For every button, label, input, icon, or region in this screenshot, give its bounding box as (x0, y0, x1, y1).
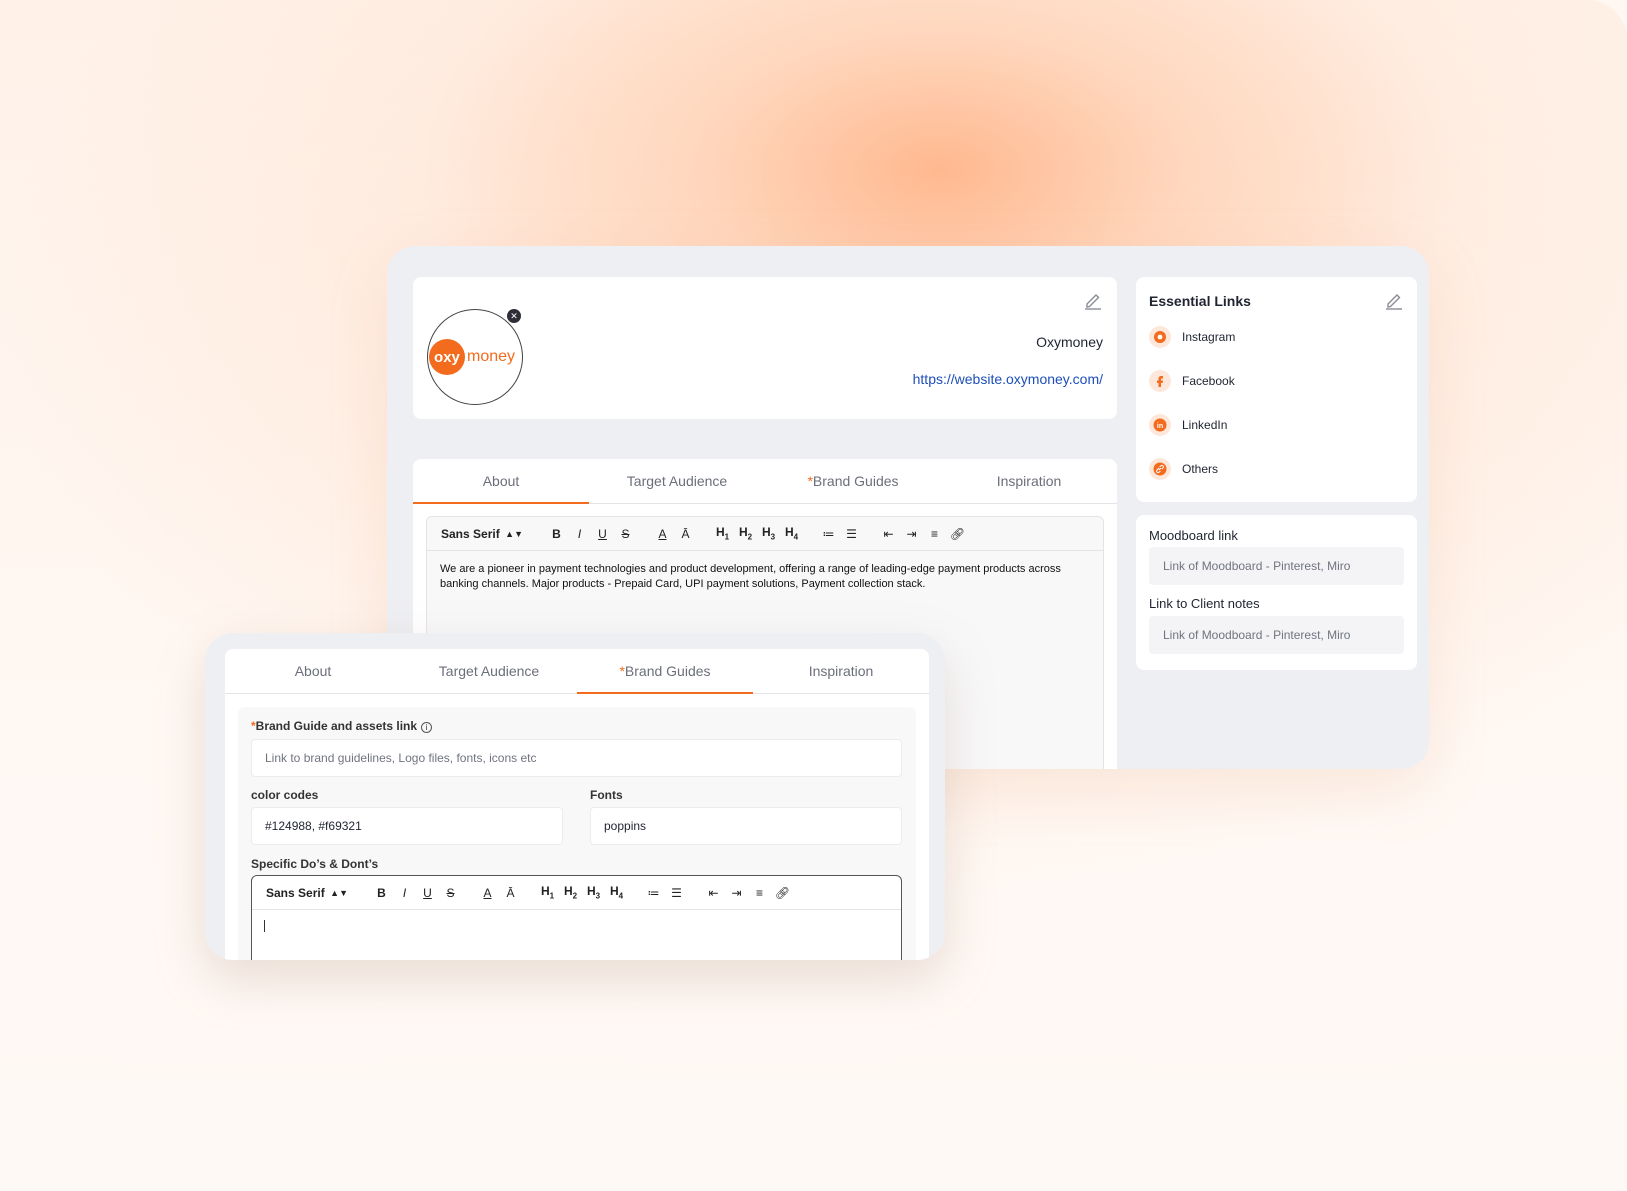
h1-button[interactable]: H1 (536, 882, 559, 904)
color-codes-input[interactable] (251, 807, 563, 845)
instagram-icon (1149, 326, 1171, 348)
fonts-input[interactable] (590, 807, 902, 845)
link-icon[interactable]: 🔗︎ (946, 523, 969, 545)
link-others[interactable]: Others (1149, 458, 1218, 480)
moodboard-label: Moodboard link (1149, 528, 1238, 543)
text-color-icon[interactable]: A (651, 523, 674, 545)
strike-button[interactable]: S (439, 882, 462, 904)
brand-guides-form: *Brand Guide and assets linki color code… (238, 707, 916, 960)
tab-bar: About Target Audience *Brand Guides Insp… (413, 459, 1117, 504)
align-icon[interactable]: ≡ (748, 882, 771, 904)
h4-button[interactable]: H4 (605, 882, 628, 904)
moodboard-input[interactable] (1149, 547, 1404, 585)
tab-inspiration[interactable]: Inspiration (753, 649, 929, 693)
client-notes-input[interactable] (1149, 616, 1404, 654)
client-notes-label: Link to Client notes (1149, 596, 1260, 611)
italic-button[interactable]: I (568, 523, 591, 545)
profile-card: oxy money ✕ Oxymoney https://website.oxy… (413, 277, 1117, 419)
essential-links-title: Essential Links (1149, 293, 1251, 309)
svg-text:in: in (1157, 423, 1163, 430)
link-facebook[interactable]: Facebook (1149, 370, 1235, 392)
brand-website-link[interactable]: https://website.oxymoney.com/ (913, 371, 1103, 387)
brand-logo: oxy money (427, 309, 523, 405)
h1-button[interactable]: H1 (711, 523, 734, 545)
logo-oxy-mark: oxy (428, 339, 465, 375)
link-icon[interactable]: 🔗︎ (771, 882, 794, 904)
tab-target-audience[interactable]: Target Audience (589, 459, 765, 503)
h3-button[interactable]: H3 (582, 882, 605, 904)
essential-links-card: Essential Links Instagram Facebook in Li… (1136, 277, 1417, 502)
strike-button[interactable]: S (614, 523, 637, 545)
tab-brand-guides[interactable]: *Brand Guides (577, 649, 753, 694)
moodboard-card: Moodboard link Link to Client notes (1136, 515, 1417, 670)
linkedin-icon: in (1149, 414, 1171, 436)
brand-name: Oxymoney (1036, 334, 1103, 350)
color-codes-label: color codes (251, 788, 319, 802)
highlight-color-icon[interactable]: Ā (499, 882, 522, 904)
edit-profile-icon[interactable] (1083, 290, 1103, 310)
font-select[interactable]: Sans Serif ▲▼ (266, 886, 356, 900)
underline-button[interactable]: U (416, 882, 439, 904)
outdent-icon[interactable]: ⇤ (702, 882, 725, 904)
tab-bar-front: About Target Audience *Brand Guides Insp… (225, 649, 929, 694)
bold-button[interactable]: B (545, 523, 568, 545)
indent-icon[interactable]: ⇥ (725, 882, 748, 904)
link-linkedin[interactable]: in LinkedIn (1149, 414, 1227, 436)
remove-logo-button[interactable]: ✕ (507, 309, 521, 323)
brand-guides-card: About Target Audience *Brand Guides Insp… (225, 649, 929, 960)
facebook-icon (1149, 370, 1171, 392)
bullet-list-icon[interactable]: ☰ (665, 882, 688, 904)
logo-money-text: money (466, 348, 516, 365)
dos-donts-editor[interactable]: Sans Serif ▲▼ B I U S A Ā H1 H2 H3 H4 ≔ … (251, 875, 902, 960)
link-icon (1149, 458, 1171, 480)
h3-button[interactable]: H3 (757, 523, 780, 545)
tab-about[interactable]: About (413, 459, 589, 504)
edit-links-icon[interactable] (1384, 290, 1404, 310)
highlight-color-icon[interactable]: Ā (674, 523, 697, 545)
fonts-label: Fonts (590, 788, 623, 802)
dos-editor-toolbar: Sans Serif ▲▼ B I U S A Ā H1 H2 H3 H4 ≔ … (252, 876, 901, 910)
assets-link-label: *Brand Guide and assets link i (251, 719, 433, 733)
about-text[interactable]: We are a pioneer in payment technologies… (427, 551, 1103, 603)
indent-icon[interactable]: ⇥ (900, 523, 923, 545)
brand-guides-panel: About Target Audience *Brand Guides Insp… (205, 633, 945, 960)
tab-brand-guides[interactable]: *Brand Guides (765, 459, 941, 503)
tab-about[interactable]: About (225, 649, 401, 693)
font-select[interactable]: Sans Serif ▲▼ (441, 527, 531, 541)
h2-button[interactable]: H2 (559, 882, 582, 904)
link-instagram[interactable]: Instagram (1149, 326, 1235, 348)
align-icon[interactable]: ≡ (923, 523, 946, 545)
info-icon[interactable]: i (421, 722, 433, 733)
outdent-icon[interactable]: ⇤ (877, 523, 900, 545)
dos-donts-label: Specific Do’s & Dont’s (251, 857, 379, 871)
ordered-list-icon[interactable]: ≔ (817, 523, 840, 545)
text-cursor (264, 920, 265, 932)
bullet-list-icon[interactable]: ☰ (840, 523, 863, 545)
tab-inspiration[interactable]: Inspiration (941, 459, 1117, 503)
editor-toolbar: Sans Serif ▲▼ B I U S A Ā H1 H2 H3 H4 ≔ … (427, 517, 1103, 551)
h2-button[interactable]: H2 (734, 523, 757, 545)
underline-button[interactable]: U (591, 523, 614, 545)
tab-target-audience[interactable]: Target Audience (401, 649, 577, 693)
assets-link-input[interactable] (251, 739, 902, 777)
ordered-list-icon[interactable]: ≔ (642, 882, 665, 904)
bold-button[interactable]: B (370, 882, 393, 904)
italic-button[interactable]: I (393, 882, 416, 904)
text-color-icon[interactable]: A (476, 882, 499, 904)
h4-button[interactable]: H4 (780, 523, 803, 545)
